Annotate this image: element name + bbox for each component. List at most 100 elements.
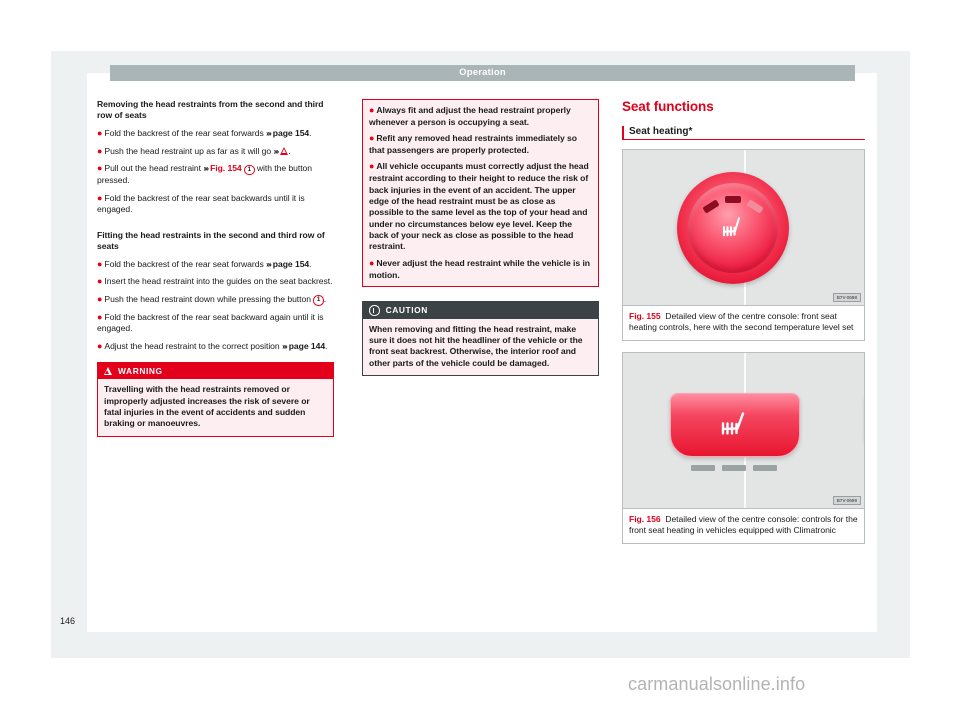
list-item-text: Adjust the head restraint to the correct… (104, 340, 282, 351)
page-reference[interactable]: page 154 (273, 128, 309, 138)
list-item: ● Pull out the head restraint ››› Fig. 15… (97, 162, 334, 187)
subheading-wrapper: Seat heating* (622, 126, 865, 140)
chevron-reference-icon: ››› (273, 145, 279, 156)
bullet-marker: ● (369, 161, 375, 172)
bullet-marker: ● (97, 276, 103, 287)
list-item-text: Fold the backrest of the rear seat forwa… (104, 258, 267, 269)
level-indicator-1 (702, 199, 720, 214)
manual-page: Operation Removing the head restraints f… (0, 0, 960, 708)
list-item-tail: . (288, 145, 291, 156)
list-item: ● Fold the backrest of the rear seat forw… (97, 127, 334, 140)
level-indicator-3 (746, 199, 764, 214)
figure-155-image-code: B7V-0698 (832, 293, 861, 302)
seat-heating-knob-left[interactable] (677, 172, 789, 284)
chevron-reference-icon: ››› (203, 163, 209, 174)
bullet-marker: ● (97, 258, 103, 269)
led-indicator (691, 464, 715, 471)
list-item-text: Always fit and adjust the head restraint… (369, 105, 571, 127)
knob-face (688, 183, 778, 273)
bullet-marker: ● (97, 311, 103, 322)
caution-box-header: CAUTION (363, 301, 598, 319)
warning-box-body: Travelling with the head restraints remo… (104, 384, 310, 429)
callout-number: 1 (313, 295, 324, 306)
bullet-marker: ● (369, 257, 375, 268)
page-columns: Removing the head restraints from the se… (97, 99, 869, 619)
figure-156-caption-text: Detailed view of the centre console: con… (629, 513, 858, 536)
warning-box-title: WARNING (118, 366, 163, 377)
bullet-marker: ● (97, 340, 103, 351)
list-item-text: Pull out the head restraint (104, 163, 204, 174)
bullet-marker: ● (97, 192, 103, 203)
list-item-text: Push the head restraint up as far as it … (104, 145, 274, 156)
list-item: ● Refit any removed head restraints immed… (369, 133, 592, 156)
column-left: Removing the head restraints from the se… (97, 99, 334, 437)
list-item: ● Insert the head restraint into the guid… (97, 275, 334, 288)
list-item: ● All vehicle occupants must correctly ad… (369, 161, 592, 252)
bullet-marker: ● (97, 163, 103, 174)
figure-155-image: B7V-0698 (623, 150, 864, 306)
list-item: ● Fold the backrest of the rear seat forw… (97, 258, 334, 271)
callout-number: 1 (244, 164, 255, 176)
list-item: ● Fold the backrest of the rear seat back… (97, 192, 334, 216)
figure-155: B7V-0698 Fig. 155 Detailed view of the c… (622, 149, 865, 341)
page-number: 146 (60, 616, 76, 626)
heading-removing-head-restraints: Removing the head restraints from the se… (97, 99, 324, 120)
chevron-reference-icon: ››› (266, 128, 272, 138)
page-reference[interactable]: page 144 (289, 341, 325, 351)
led-indicator (753, 464, 777, 471)
list-item-text: Refit any removed head restraints immedi… (369, 133, 577, 156)
column-middle: ● Always fit and adjust the head restrain… (362, 99, 599, 376)
list-item: ● Always fit and adjust the head restrain… (369, 105, 592, 128)
list-item-tail: . (325, 340, 328, 351)
warning-triangle-icon (104, 367, 112, 376)
section-title-seat-functions: Seat functions (622, 99, 714, 114)
figure-156: B7V-0699 Fig. 156 Detailed view of the c… (622, 351, 865, 544)
list-item: ● Never adjust the head restraint while t… (369, 258, 592, 281)
heated-seat-icon (722, 217, 741, 237)
warning-box-header: WARNING (98, 363, 333, 380)
page-sheet: Operation Removing the head restraints f… (87, 65, 877, 632)
level-indicator-2 (725, 196, 741, 203)
figure-156-label: Fig. 156 (629, 513, 661, 524)
figure-156-image: B7V-0699 (623, 352, 864, 509)
bullet-marker: ● (97, 293, 103, 304)
caution-box: CAUTION When removing and fitting the he… (362, 300, 599, 376)
list-item-text: Insert the head restraint into the guide… (104, 276, 333, 287)
list-item: ● Fold the backrest of the rear seat back… (97, 311, 334, 335)
site-watermark: carmanualsonline.info (628, 674, 806, 694)
list-item-text: Push the head restraint down while press… (104, 293, 314, 304)
heading-fitting-head-restraints: Fitting the head restraints in the secon… (97, 229, 325, 251)
figure-156-caption: Fig. 156 Detailed view of the centre con… (623, 509, 864, 543)
seat-heating-level-leds-left (670, 464, 798, 471)
seat-heating-button-left[interactable] (670, 392, 800, 457)
column-right: Seat functions Seat heating* B7V-0698 Fi… (622, 99, 865, 555)
list-item-tail: . (309, 128, 312, 138)
list-item-text: Fold the backrest of the rear seat backw… (97, 192, 305, 215)
figure-155-label: Fig. 155 (629, 311, 661, 321)
warning-box: WARNING Travelling with the head restrai… (97, 362, 334, 437)
bullet-marker: ● (97, 128, 103, 138)
bullet-marker: ● (369, 105, 375, 115)
list-item-text: Never adjust the head restraint while th… (369, 257, 590, 280)
list-item-text: Fold the backrest of the rear seat forwa… (104, 128, 267, 138)
list-item: ● Push the head restraint down while pres… (97, 293, 334, 306)
figure-155-caption-text: Detailed view of the centre console: fro… (629, 311, 854, 333)
heated-seat-icon (721, 412, 745, 435)
chevron-reference-icon: ››› (281, 340, 288, 351)
page-reference[interactable]: page 154 (273, 259, 309, 269)
caution-box-body: When removing and fitting the head restr… (369, 323, 583, 368)
list-item: ● Push the head restraint up as far as it… (97, 145, 334, 158)
warning-box-continued: ● Always fit and adjust the head restrain… (362, 99, 599, 287)
exclamation-circle-icon (369, 304, 380, 316)
bullet-marker: ● (97, 145, 103, 156)
warning-triangle-icon (280, 146, 289, 155)
figure-reference[interactable]: Fig. 154 (210, 163, 242, 173)
list-item-tail: . (309, 258, 312, 269)
list-item-text: Fold the backrest of the rear seat backw… (97, 311, 324, 334)
chevron-reference-icon: ››› (266, 258, 272, 269)
list-item-text: All vehicle occupants must correctly adj… (369, 161, 589, 252)
bullet-marker: ● (369, 133, 375, 144)
figure-156-image-code: B7V-0699 (832, 495, 861, 505)
list-item: ● Adjust the head restraint to the correc… (97, 340, 334, 353)
subheading-seat-heating: Seat heating* (629, 126, 693, 137)
